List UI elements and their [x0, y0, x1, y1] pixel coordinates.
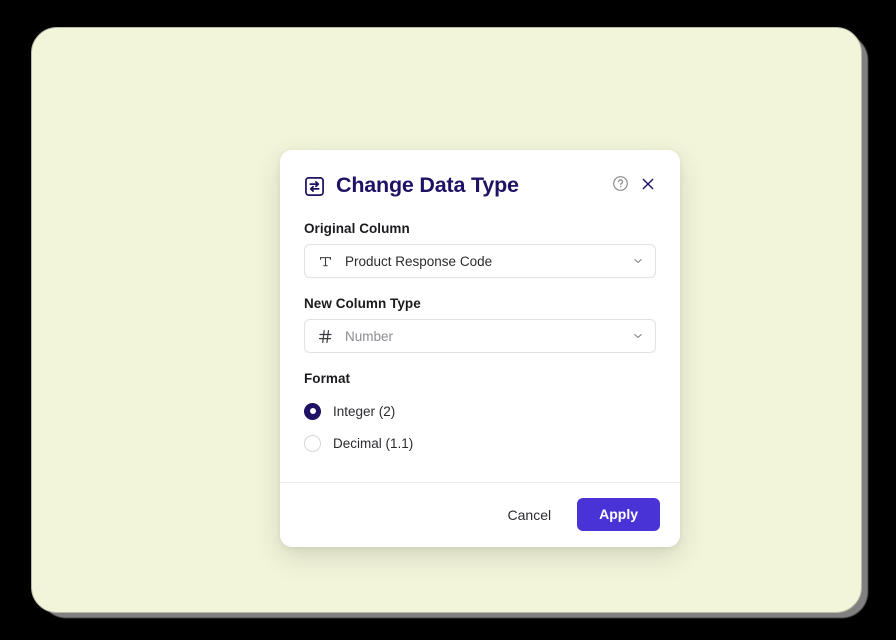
original-column-select[interactable]: Product Response Code	[304, 244, 656, 278]
cancel-button[interactable]: Cancel	[500, 501, 560, 529]
original-column-label: Original Column	[304, 221, 410, 236]
swap-arrows-icon	[305, 177, 324, 196]
radio-decimal-label: Decimal (1.1)	[333, 435, 414, 451]
help-circle-icon[interactable]	[612, 175, 629, 192]
close-glyph	[642, 178, 654, 189]
radio-decimal-indicator[interactable]	[304, 434, 321, 452]
dialog-body: Change Data Type Original Column Product…	[280, 150, 680, 482]
close-icon[interactable]	[640, 176, 656, 192]
apply-button[interactable]: Apply	[577, 498, 660, 531]
new-column-type-value: Number	[345, 328, 394, 344]
format-label: Format	[304, 371, 351, 386]
original-column-value: Product Response Code	[345, 253, 493, 269]
number-hash-icon	[318, 329, 332, 343]
app-canvas: Change Data Type Original Column Product…	[31, 27, 862, 613]
new-column-type-label: New Column Type	[304, 296, 421, 311]
radio-integer-label: Integer (2)	[333, 403, 396, 419]
dialog-header-actions	[612, 175, 656, 192]
radio-integer-indicator[interactable]	[304, 402, 321, 420]
page-title: Change Data Type	[336, 172, 519, 197]
dialog-title-group: Change Data Type	[304, 174, 519, 197]
chevron-down-icon	[634, 259, 642, 263]
format-option-integer[interactable]: Integer (2)	[304, 398, 656, 424]
new-column-type-select[interactable]: Number	[304, 319, 656, 353]
dialog-header: Change Data Type	[304, 174, 656, 197]
help-circle-glyph	[613, 176, 628, 191]
format-option-decimal[interactable]: Decimal (1.1)	[304, 430, 656, 456]
dialog-footer: Cancel Apply	[280, 482, 680, 547]
change-data-type-dialog: Change Data Type Original Column Product…	[280, 150, 680, 547]
screen: Change Data Type Original Column Product…	[0, 0, 896, 640]
chevron-down-icon	[634, 334, 642, 338]
text-type-icon	[320, 256, 331, 266]
